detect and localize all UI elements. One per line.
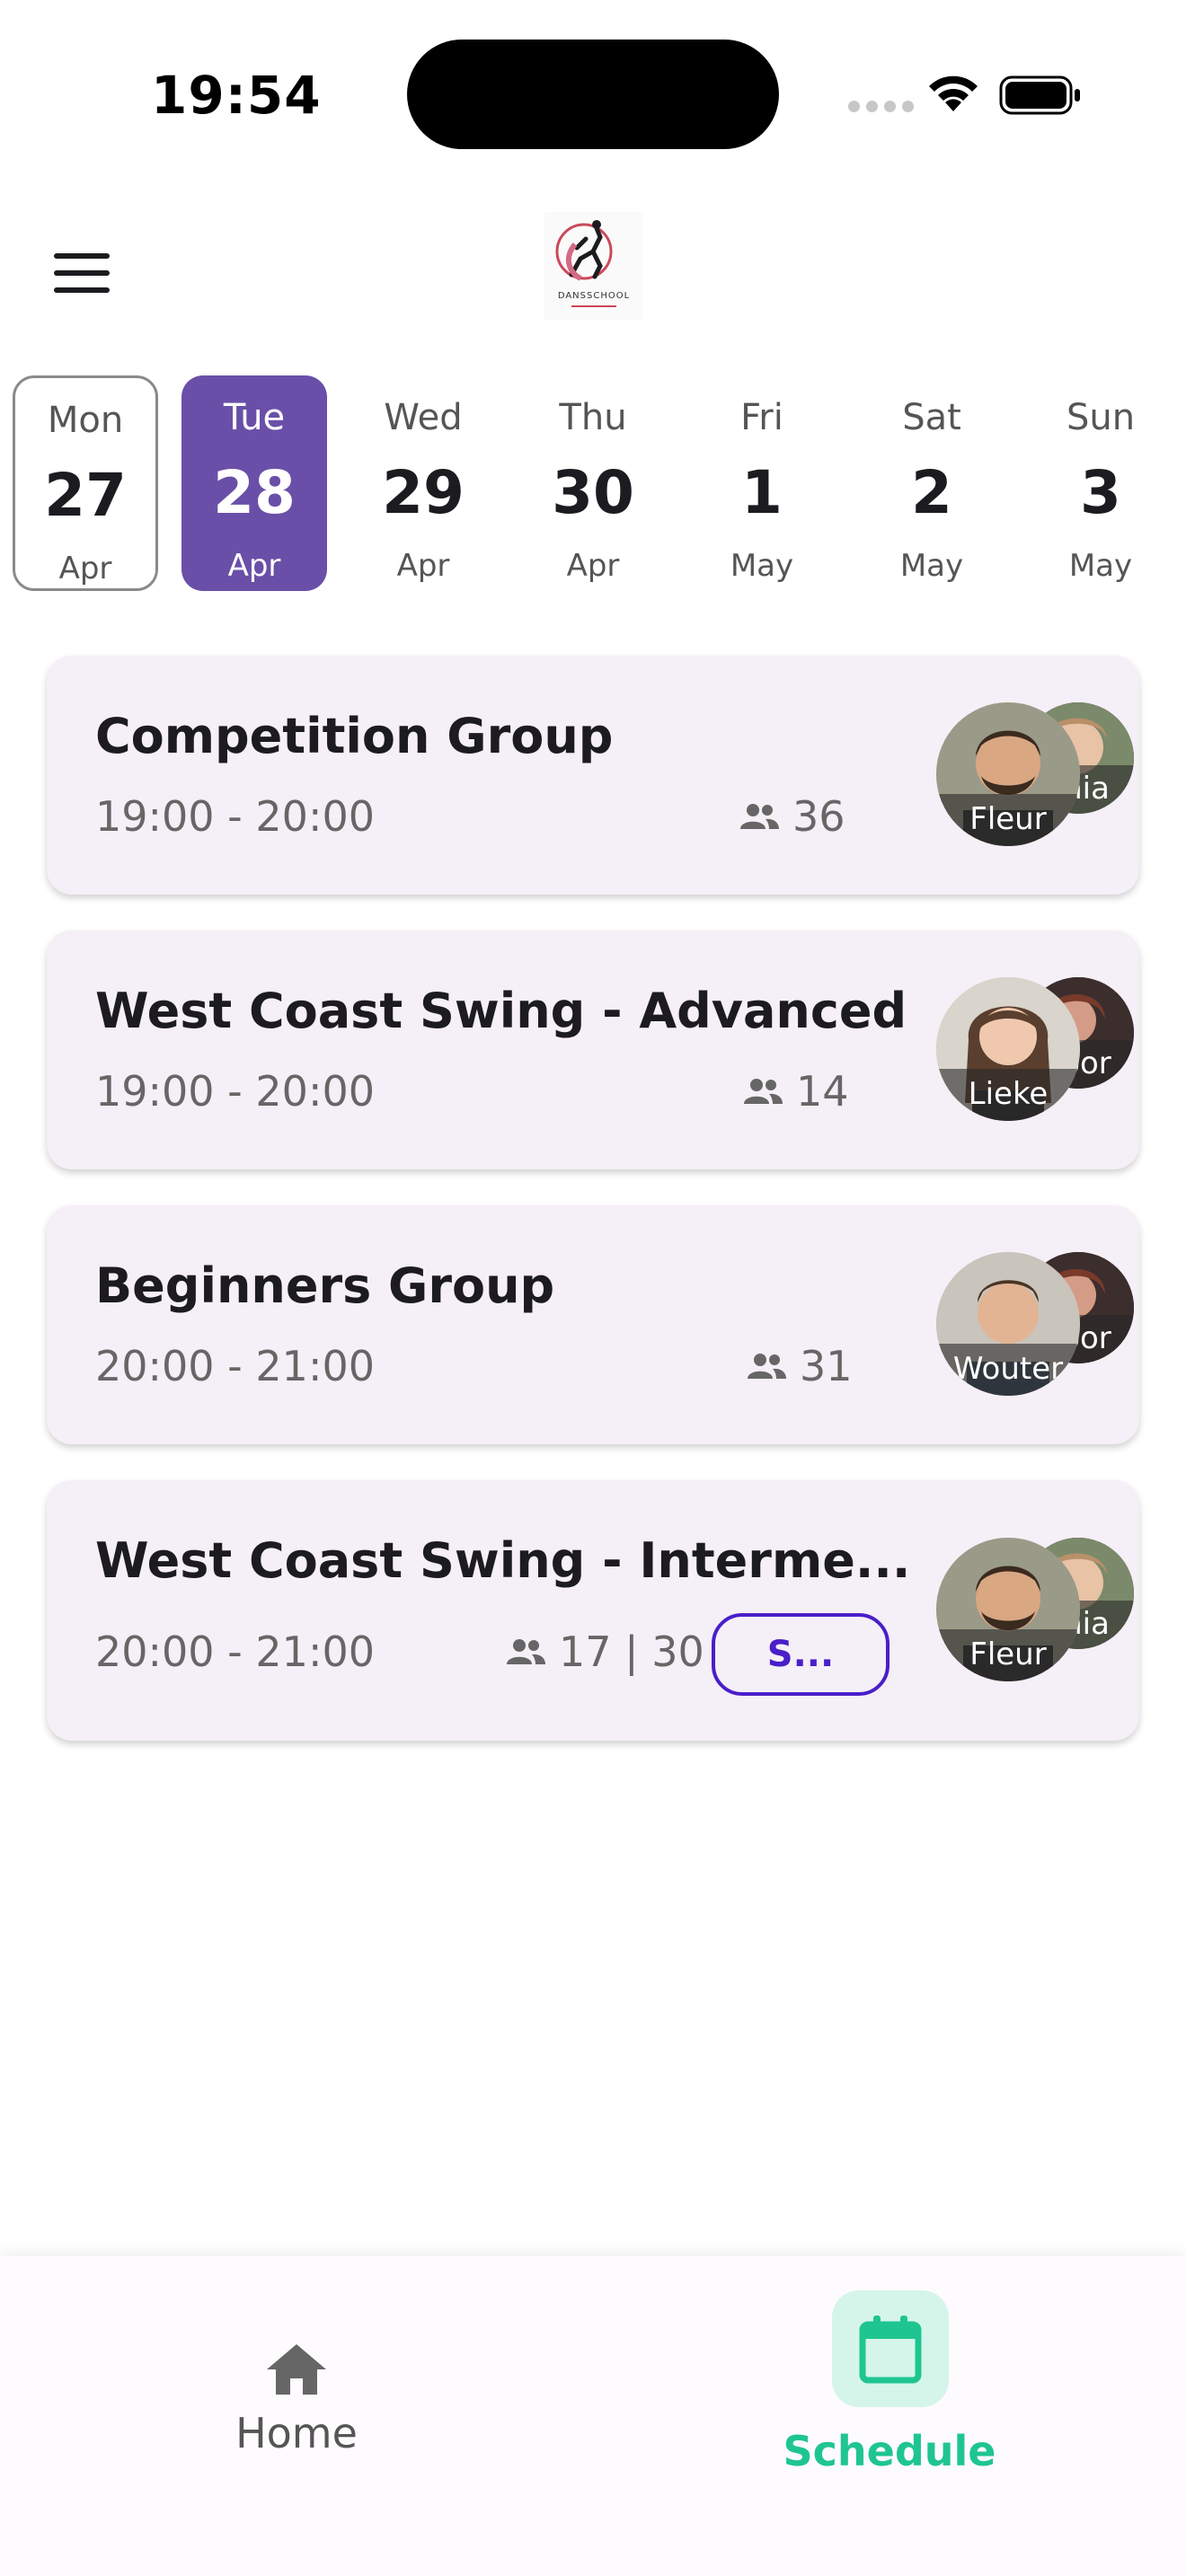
class-title: Beginners Group [95,1257,555,1314]
teacher-name: Wouter [936,1344,1080,1396]
class-time: 19:00 - 20:00 [95,792,375,841]
nav-schedule-label: Schedule [783,2427,996,2475]
teacher-avatars: nia Fleur [888,695,1134,846]
day-name: Sat [902,397,961,438]
bottom-navigation: Home Schedule [0,2256,1186,2576]
day-fri-1[interactable]: Fri 1 May [689,375,835,591]
teacher-avatars: oor Wouter [888,1245,1134,1396]
dynamic-island [407,40,779,149]
wifi-icon [929,75,978,111]
day-mon-27[interactable]: Mon 27 Apr [13,375,158,591]
class-time: 19:00 - 20:00 [95,1067,375,1116]
battery-icon [999,75,1080,115]
nav-schedule-tab[interactable]: Schedule [773,2276,1006,2475]
class-card-beginners-group[interactable]: Beginners Group 20:00 - 21:00 31 oor Wou… [47,1205,1139,1444]
attendee-count: 14 [742,1067,849,1116]
svg-text:DANSSCHOOL: DANSSCHOOL [558,291,630,301]
teacher-avatar: Lieke [936,977,1080,1121]
class-card-west-coast-swing-advanced[interactable]: West Coast Swing - Advanced 19:00 - 20:0… [47,931,1139,1169]
day-number: 1 [741,458,783,527]
teacher-avatar: Fleur [936,702,1080,846]
day-name: Tue [223,397,286,438]
day-month: May [730,548,794,584]
day-month: Apr [396,548,450,584]
day-name: Fri [740,397,783,438]
day-name: Sun [1066,397,1136,438]
people-icon [744,1079,783,1104]
teacher-avatars: oor Lieke [888,970,1134,1121]
status-bar: 19:54 [0,0,1186,180]
day-month: Apr [227,548,281,584]
day-number: 29 [382,458,465,527]
class-title: Competition Group [95,708,614,764]
attendee-count-value: 17 | 30 [559,1628,704,1676]
day-number: 27 [44,461,127,530]
day-month: Apr [58,551,112,587]
day-sat-2[interactable]: Sat 2 May [859,375,1005,591]
home-icon [267,2344,326,2395]
attendee-count-value: 14 [796,1067,849,1116]
day-tue-28[interactable]: Tue 28 Apr [181,375,327,591]
class-card-competition-group[interactable]: Competition Group 19:00 - 20:00 36 nia F… [47,656,1139,895]
day-number: 3 [1080,458,1121,527]
class-card-west-coast-swing-intermediate[interactable]: West Coast Swing - Interme... 20:00 - 21… [47,1480,1139,1741]
date-strip: Mon 27 Apr Tue 28 Apr Wed 29 Apr Thu 30 … [13,375,1186,591]
hamburger-line [54,287,110,293]
cellular-signal-icon [848,101,914,112]
people-icon [740,804,779,829]
class-title: West Coast Swing - Interme... [95,1532,911,1589]
teacher-name: Fleur [936,794,1080,846]
day-name: Mon [47,400,124,441]
teacher-name: Lieke [936,1069,1080,1121]
day-wed-29[interactable]: Wed 29 Apr [350,375,496,591]
people-icon [507,1639,545,1664]
day-month: May [1068,548,1133,584]
teacher-avatars: nia Fleur [888,1531,1134,1681]
day-thu-30[interactable]: Thu 30 Apr [520,375,666,591]
teacher-avatar: Wouter [936,1252,1080,1396]
day-sun-3[interactable]: Sun 3 May [1028,375,1173,591]
hamburger-line [54,253,110,259]
day-name: Thu [559,397,627,438]
status-time: 19:54 [151,65,322,126]
attendee-count: 17 | 30 [505,1628,704,1676]
dansschool-logo: DANSSCHOOL [544,212,643,320]
attendee-count: 36 [739,792,845,841]
day-month: May [899,548,964,584]
class-time: 20:00 - 21:00 [95,1628,375,1676]
attendee-count-value: 36 [792,792,845,841]
subscribe-button[interactable]: S... [712,1613,890,1696]
nav-home-tab[interactable]: Home [207,2292,386,2457]
class-title: West Coast Swing - Advanced [95,983,907,1039]
hamburger-line [54,270,110,276]
attendee-count-value: 31 [800,1342,853,1390]
day-name: Wed [384,397,463,438]
nav-home-label: Home [235,2409,358,2457]
class-time: 20:00 - 21:00 [95,1342,375,1390]
day-number: 2 [911,458,952,527]
day-number: 30 [552,458,634,527]
day-number: 28 [213,458,296,527]
people-icon [748,1354,786,1379]
menu-button[interactable] [45,241,120,305]
day-month: Apr [566,548,620,584]
calendar-icon [859,2316,922,2384]
teacher-name: Fleur [936,1629,1080,1681]
attendee-count: 31 [746,1342,853,1390]
teacher-avatar: Fleur [936,1538,1080,1681]
